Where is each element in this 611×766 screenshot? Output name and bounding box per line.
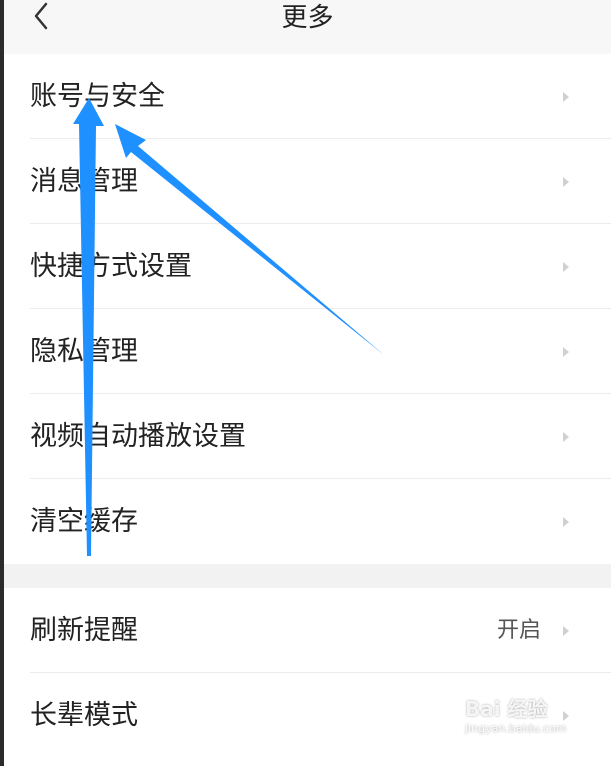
menu-item-clear-cache[interactable]: 清空缓存	[4, 479, 611, 564]
menu-item-label: 视频自动播放设置	[30, 421, 246, 452]
menu-item-label: 刷新提醒	[30, 615, 138, 646]
chevron-right-icon	[563, 517, 569, 527]
menu-item-account-security[interactable]: 账号与安全	[4, 54, 611, 139]
menu-item-shortcut-settings[interactable]: 快捷方式设置	[4, 224, 611, 309]
chevron-right-icon	[563, 177, 569, 187]
menu-item-label: 长辈模式	[30, 700, 138, 731]
top-bar: 更多	[4, 0, 611, 54]
menu-item-video-autoplay[interactable]: 视频自动播放设置	[4, 394, 611, 479]
menu-item-privacy-management[interactable]: 隐私管理	[4, 309, 611, 394]
menu-item-label: 清空缓存	[30, 506, 138, 537]
page-title: 更多	[281, 3, 334, 33]
menu-item-label: 快捷方式设置	[30, 251, 192, 282]
settings-group-main: 账号与安全 消息管理 快捷方式设置 隐私管理 视频自动播放设置 清空缓存	[4, 54, 611, 564]
screen-edge	[0, 0, 4, 766]
watermark-brand: Bai 经验	[465, 697, 548, 721]
menu-item-label: 账号与安全	[30, 81, 165, 112]
chevron-right-icon	[563, 626, 569, 636]
menu-item-label: 消息管理	[30, 166, 138, 197]
watermark: Bai 经验 jingyan.baidu.com	[465, 696, 585, 752]
chevron-right-icon	[563, 432, 569, 442]
menu-item-message-management[interactable]: 消息管理	[4, 139, 611, 224]
refresh-reminder-value: 开启	[496, 618, 541, 643]
menu-item-label: 隐私管理	[30, 336, 138, 367]
watermark-url: jingyan.baidu.com	[465, 722, 567, 735]
chevron-right-icon	[563, 347, 569, 357]
menu-item-refresh-reminder[interactable]: 刷新提醒 开启	[4, 588, 611, 673]
chevron-right-icon	[563, 262, 569, 272]
chevron-right-icon	[563, 92, 569, 102]
